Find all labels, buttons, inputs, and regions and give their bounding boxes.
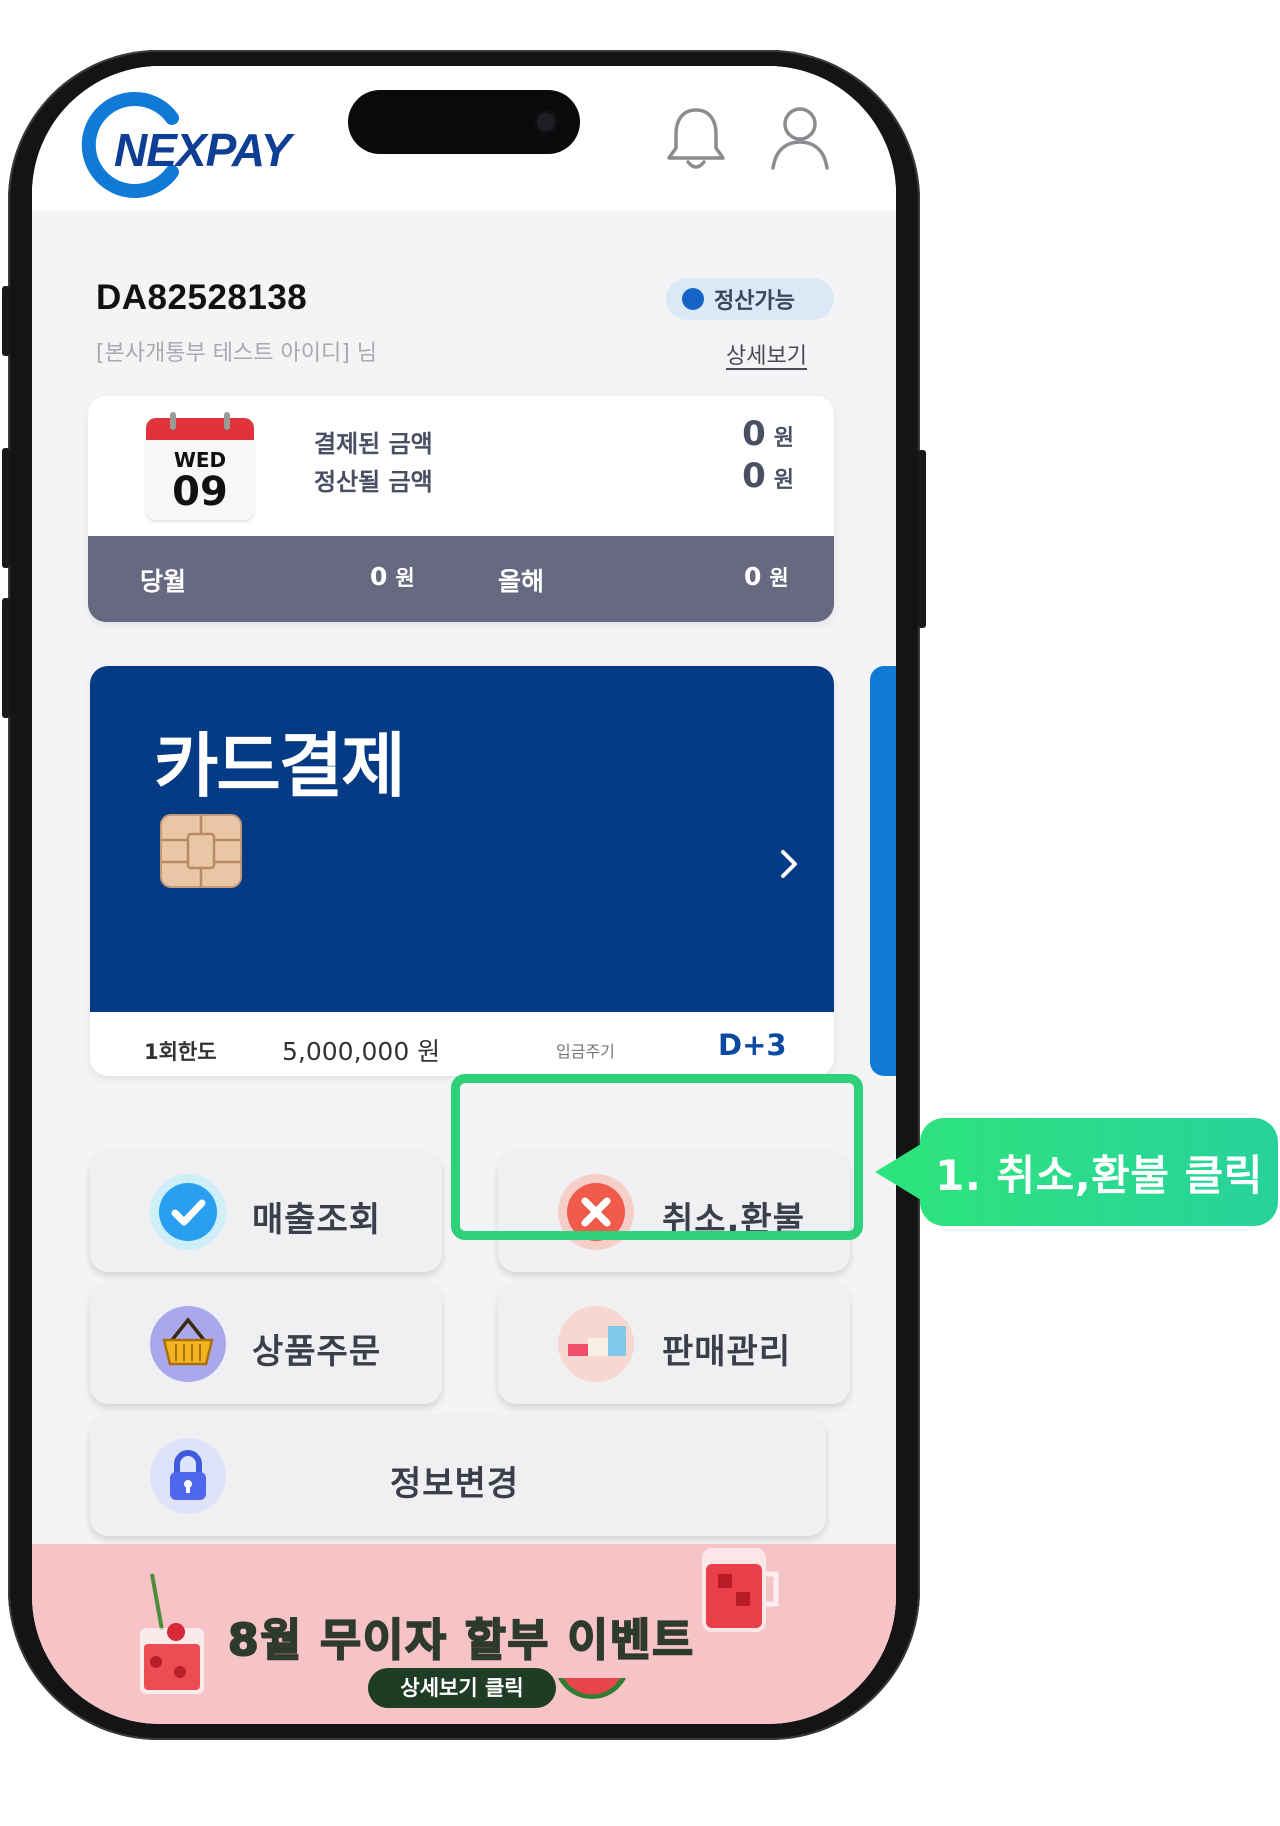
- user-icon[interactable]: [768, 104, 832, 174]
- cancel-refund-highlight: [451, 1074, 863, 1240]
- sales-inquiry-label: 매출조회: [252, 1200, 382, 1240]
- year-label: 올해: [498, 567, 545, 596]
- top-bar: NEXPAY: [32, 66, 896, 211]
- app-screen: NEXPAY DA82528138 [본사개통부 테스트 아이디] 님 정산가능…: [32, 66, 896, 1724]
- power-button: [918, 450, 926, 628]
- callout-pointer: [875, 1144, 921, 1200]
- month-value: 0원: [370, 562, 415, 592]
- sales-inquiry-button[interactable]: 매출조회: [90, 1152, 442, 1272]
- status-text: 정산가능: [714, 289, 795, 314]
- limit-value: 5,000,000 원: [282, 1037, 441, 1066]
- card-payment-panel[interactable]: 카드결제: [90, 666, 834, 1012]
- currency-label: 원: [769, 566, 789, 590]
- calendar-date: 09: [172, 469, 228, 515]
- chevron-right-icon[interactable]: [778, 848, 800, 880]
- paid-amount-number: 0: [742, 414, 766, 454]
- instruction-callout: 1. 취소,환불 클릭: [920, 1118, 1278, 1226]
- info-change-button[interactable]: 정보변경: [90, 1416, 826, 1536]
- currency-label: 원: [773, 426, 794, 451]
- watermelon-icon: [558, 1678, 626, 1700]
- camera-lens: [534, 110, 558, 134]
- dynamic-island: [348, 90, 580, 154]
- check-circle-icon: [150, 1174, 226, 1250]
- card-chip-icon: [160, 814, 242, 888]
- sales-management-label: 판매관리: [662, 1332, 792, 1372]
- period-summary-bar: 당월 0원 올해 0원: [88, 536, 834, 622]
- limit-label: 1회한도: [144, 1040, 217, 1064]
- month-number: 0: [370, 562, 388, 591]
- product-order-label: 상품주문: [252, 1332, 382, 1372]
- status-dot-icon: [682, 288, 704, 310]
- settle-amount-label: 정산될 금액: [314, 468, 433, 496]
- deposit-cycle-value: D+3: [718, 1028, 787, 1062]
- calendar-ring: [224, 412, 230, 430]
- logo-text: NEXPAY: [114, 124, 291, 176]
- calendar-icon: WED 09: [146, 412, 254, 520]
- month-label: 당월: [140, 567, 187, 596]
- paid-amount-label: 결제된 금액: [314, 430, 433, 458]
- product-order-button[interactable]: 상품주문: [90, 1284, 442, 1404]
- sales-management-icon: [558, 1306, 634, 1382]
- drink-cup-icon: [140, 1573, 204, 1694]
- sales-summary-card: WED 09 결제된 금액 정산될 금액 0원 0원 당월 0원 올해 0원: [88, 396, 834, 622]
- status-badge: 정산가능: [666, 278, 834, 320]
- lock-icon: [150, 1438, 226, 1514]
- next-card-peek[interactable]: [870, 666, 896, 1076]
- event-detail-button[interactable]: 상세보기 클릭: [368, 1668, 556, 1708]
- drink-jar-icon: [702, 1548, 779, 1632]
- currency-label: 원: [395, 566, 415, 590]
- detail-link[interactable]: 상세보기: [726, 338, 807, 370]
- card-payment-card[interactable]: 카드결제 1회한도 5,000,000 원 입금주기 D+3: [90, 666, 834, 1076]
- year-value: 0원: [744, 562, 789, 592]
- phone-frame: NEXPAY DA82528138 [본사개통부 테스트 아이디] 님 정산가능…: [2, 50, 926, 1740]
- paid-amount-value: 0원: [742, 414, 794, 454]
- account-id: DA82528138: [96, 278, 308, 317]
- deposit-cycle-label: 입금주기: [556, 1042, 615, 1061]
- volume-down-button: [2, 598, 10, 718]
- card-payment-title: 카드결제: [154, 725, 406, 807]
- calendar-ring: [170, 412, 176, 430]
- account-name: [본사개통부 테스트 아이디] 님: [96, 341, 378, 366]
- sales-management-button[interactable]: 판매관리: [498, 1284, 850, 1404]
- bell-icon[interactable]: [664, 104, 728, 174]
- mute-switch: [2, 286, 10, 356]
- nexpay-logo[interactable]: NEXPAY: [76, 90, 316, 200]
- settle-amount-number: 0: [742, 456, 766, 496]
- year-number: 0: [744, 562, 762, 591]
- event-banner-title: 8월 무이자 할부 이벤트: [227, 1614, 695, 1667]
- currency-label: 원: [773, 468, 794, 493]
- event-banner[interactable]: 8월 무이자 할부 이벤트 상세보기 클릭: [32, 1544, 896, 1724]
- volume-up-button: [2, 448, 10, 568]
- basket-icon: [150, 1306, 226, 1382]
- info-change-label: 정보변경: [390, 1464, 520, 1504]
- settle-amount-value: 0원: [742, 456, 794, 496]
